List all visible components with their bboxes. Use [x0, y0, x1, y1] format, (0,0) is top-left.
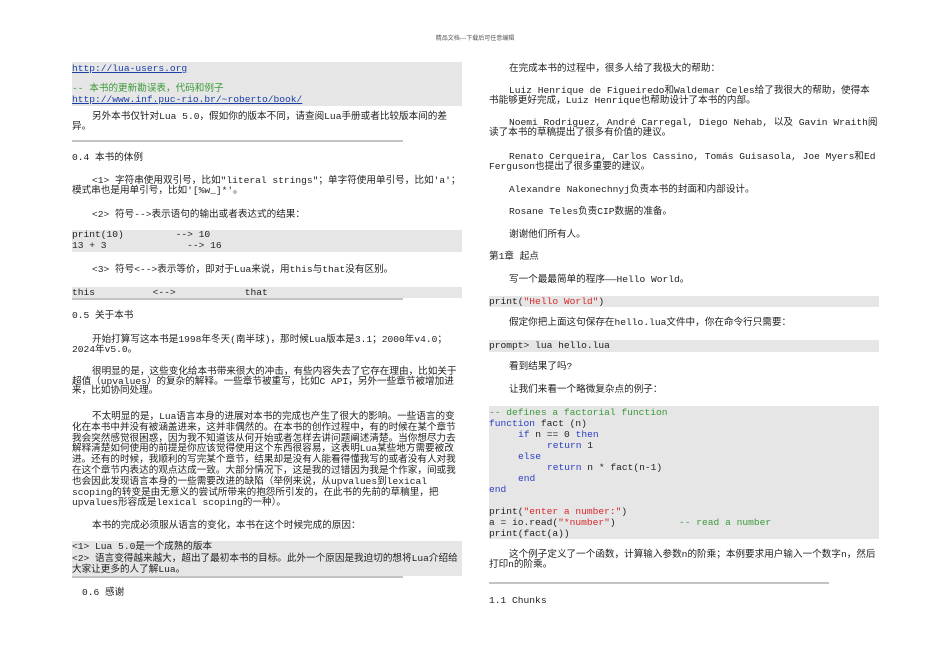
divider [72, 140, 403, 142]
alexandre-paragraph: Alexandre Nakonechnyj负责本书的封面和内部设计。 [509, 184, 755, 195]
rule-3-code: this <--> that [72, 287, 462, 298]
code-keyword: end [489, 484, 507, 495]
code-line: 13 + 3 --> 16 [72, 239, 222, 251]
prompt-code: prompt> lua hello.lua [489, 340, 879, 352]
reasons-paragraph: 本书的完成必须服从语言的变化，本书在这个时候完成的原因： [92, 520, 361, 531]
links-box: http://lua-users.org -- 本书的更新勘误表，代码和例子 h… [72, 62, 462, 106]
rule-1-paragraph: <1> 字符串使用双引号，比如"literal strings"；单字符使用单引… [72, 175, 461, 197]
page-header: 精品文档---下载后可任意编辑 [435, 35, 515, 42]
code-string: "Hello World" [523, 296, 599, 307]
section-heading-0-6: 0.6 感谢 [82, 587, 125, 598]
code-keyword: else [518, 451, 542, 462]
links-comment: -- 本书的更新勘误表，代码和例子 [72, 83, 224, 94]
luiz-paragraph: Luiz Henrique de Figueiredo和Waldemar Cel… [489, 85, 870, 107]
impact-paragraph: 很明显的是，这些变化给本书带来很大的冲击，有些内容失去了它存在理由，比如关于超值… [72, 366, 457, 397]
section-heading-0-5: 0.5 关于本书 [72, 310, 134, 321]
factorial-code: -- defines a factorial function function … [489, 406, 879, 539]
example-paragraph: 让我们来看一个略微复杂点的例子： [509, 384, 663, 395]
code-token: ) [621, 506, 628, 517]
lua-users-link[interactable]: http://lua-users.org [72, 63, 187, 74]
code-keyword: function [489, 418, 536, 429]
code-token: ) [609, 517, 680, 528]
explain-paragraph: 这个例子定义了一个函数，计算输入参数n的阶乘；本例要求用户输入一个数字n，然后打… [489, 549, 876, 571]
section-heading-1-1: 1.1 Chunks [489, 595, 547, 606]
reasons-box: <1> Lua 5.0是一个成熟的版本 <2> 语言变得越来越大，超出了最初本书… [72, 541, 462, 576]
code-comment: -- defines a factorial function [489, 407, 668, 418]
reason-item: <1> Lua 5.0是一个成熟的版本 [72, 541, 213, 552]
code-token: print( [489, 506, 524, 517]
code-token: n * fact(n-1) [581, 462, 663, 473]
code-token: print( [489, 296, 524, 307]
chapter-1-heading: 第1章 起点 [489, 251, 539, 262]
reason-item: <2> 语言变得越来越大，超出了最初本书的目标。此外一个原因是我迫切的想将Lua… [72, 552, 458, 576]
noemi-paragraph: Noemi Rodriguez, André Carregal, Diego N… [489, 117, 878, 139]
code-keyword: then [575, 429, 599, 440]
divider [72, 298, 403, 300]
code-string: "enter a number:" [523, 506, 622, 517]
rule-2-code: print(10) --> 10 13 + 3 --> 16 [72, 229, 462, 252]
language-paragraph: 不太明显的是，Lua语言本身的进展对本书的完成也产生了很大的影响。一些语言的变化… [72, 411, 456, 509]
book-errata-link[interactable]: http://www.inf.puc-rio.br/~roberto/book/ [72, 94, 302, 105]
code-token: fact (n) [535, 418, 587, 429]
code-token: 1 [581, 440, 594, 451]
rule-3-paragraph: <3> 符号<-->表示等价，即对于Lua来说，用this与that没有区别。 [92, 264, 394, 275]
code-token: n == 0 [529, 429, 576, 440]
code-keyword: end [518, 473, 536, 484]
code-line: print(10) --> 10 [72, 229, 211, 240]
code-string: "*number" [558, 517, 610, 528]
renato-paragraph: Renato Cerqueira, Carlos Cassino, Tomás … [489, 151, 876, 173]
code-token: a = io.read( [489, 517, 559, 528]
hello-code: print("Hello World") [489, 296, 879, 307]
divider [489, 582, 829, 584]
rosane-paragraph: Rosane Teles负责CIP数据的准备。 [509, 206, 673, 217]
hello-paragraph: 写一个最最简单的程序——Hello World。 [509, 274, 690, 285]
code-line: print(fact(a)) [489, 528, 570, 539]
save-paragraph: 假定你把上面这句保存在hello.lua文件中，你在命令行只需要： [509, 317, 792, 328]
code-keyword: return [547, 462, 582, 473]
thanks-paragraph: 谢谢他们所有人。 [509, 229, 586, 240]
code-keyword: if [518, 429, 530, 440]
divider [72, 576, 403, 578]
history-paragraph: 开始打算写这本书是1998年冬天(南半球)，那时候Lua版本是3.1；2000年… [72, 334, 447, 356]
code-token: ) [598, 296, 605, 307]
rule-2-paragraph: <2> 符号-->表示语句的输出或者表达式的结果： [92, 209, 305, 220]
section-heading-0-4: 0.4 本书的体例 [72, 152, 143, 163]
code-keyword: return [547, 440, 582, 451]
result-paragraph: 看到结果了吗? [509, 361, 573, 372]
help-paragraph: 在完成本书的过程中，很多人给了我极大的帮助： [509, 63, 721, 74]
version-paragraph: 另外本书仅针对Lua 5.0，假如你的版本不同，请查阅Lua手册或者比较版本间的… [72, 111, 447, 133]
code-comment: -- read a number [679, 517, 772, 528]
